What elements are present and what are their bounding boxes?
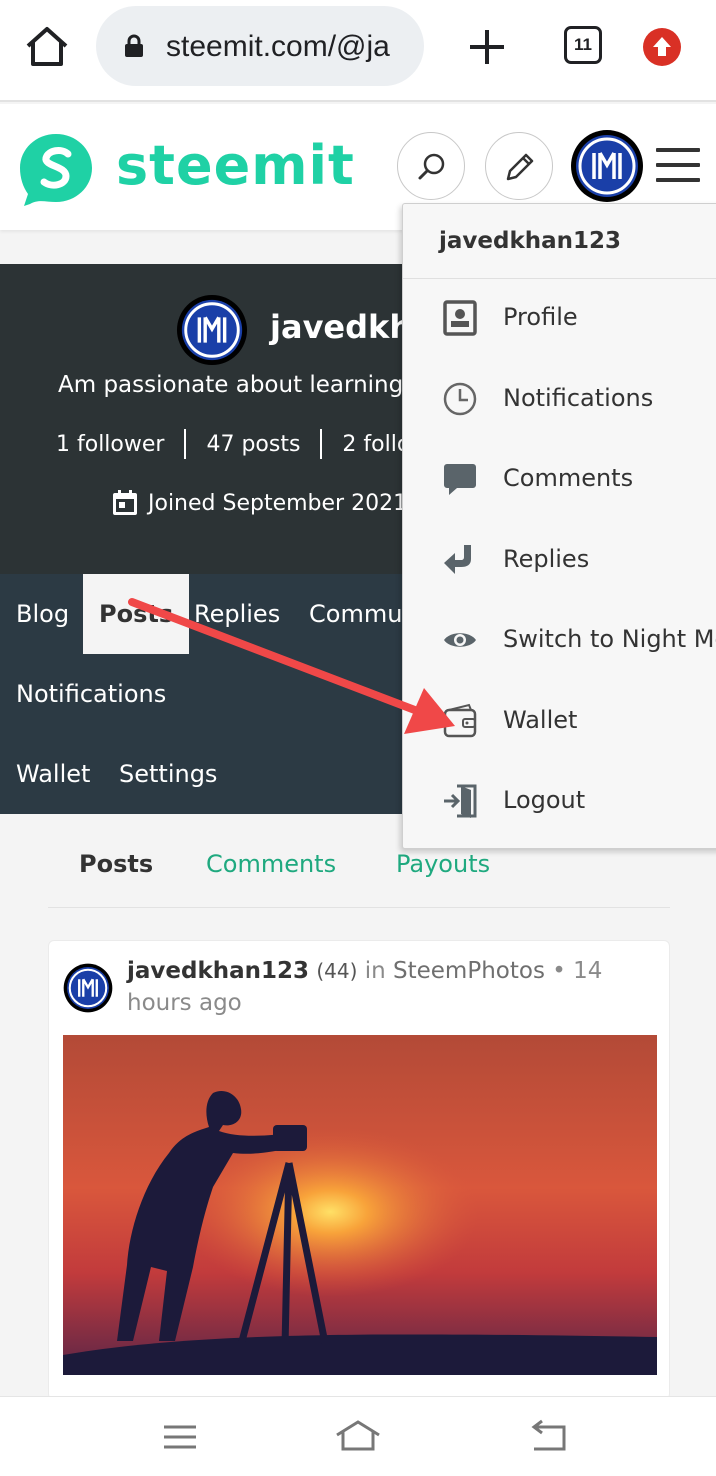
joined-text: Joined September 2021	[148, 490, 408, 516]
tab-payouts[interactable]: Payouts	[396, 850, 490, 878]
profile-card-icon	[443, 300, 477, 336]
menu-item-label: Logout	[503, 786, 586, 814]
android-navigation-bar	[0, 1396, 716, 1476]
menu-item-label: Replies	[503, 545, 590, 573]
pencil-icon	[506, 153, 534, 181]
post-card[interactable]: javedkhan123 (44) in SteemPhotos • 14 ho…	[48, 940, 670, 1400]
nav-notifications[interactable]: Notifications	[0, 654, 182, 734]
steemit-logo-icon[interactable]	[16, 128, 96, 208]
lock-icon	[122, 34, 146, 58]
nav-communities[interactable]: Commu	[293, 574, 418, 654]
wallet-icon	[443, 703, 477, 738]
new-tab-plus-icon[interactable]	[466, 26, 508, 68]
url-text: steemit.com/@ja	[166, 30, 390, 63]
address-bar[interactable]: steemit.com/@ja	[96, 6, 424, 86]
avatar[interactable]	[63, 963, 113, 1013]
followers-count[interactable]: 1 follower	[56, 432, 184, 457]
menu-item-label: Comments	[503, 464, 634, 492]
search-icon	[418, 153, 445, 180]
post-meta: javedkhan123 (44) in SteemPhotos • 14 ho…	[127, 955, 637, 1019]
menu-item-label: Switch to Night Mo	[503, 625, 716, 653]
tab-comments[interactable]: Comments	[206, 850, 336, 878]
hamburger-menu-icon[interactable]	[656, 148, 700, 186]
menu-item-wallet[interactable]: Wallet	[403, 682, 716, 762]
post-image[interactable]	[63, 1035, 657, 1375]
menu-item-label: Wallet	[503, 706, 578, 734]
nav-replies[interactable]: Replies	[178, 574, 296, 654]
comment-bubble-icon	[444, 464, 476, 495]
menu-item-label: Profile	[503, 303, 578, 331]
recents-icon[interactable]	[162, 1419, 202, 1455]
calendar-icon	[113, 490, 137, 515]
joined-date: Joined September 2021	[110, 488, 407, 518]
post-community[interactable]: SteemPhotos	[393, 958, 545, 984]
in-label: in	[364, 958, 386, 984]
user-dropdown-menu: javedkhan123 Profile Notifications Comme…	[402, 203, 716, 849]
menu-item-notifications[interactable]: Notifications	[403, 360, 716, 440]
home-outline-icon[interactable]	[334, 1419, 382, 1455]
nav-blog[interactable]: Blog	[0, 574, 85, 654]
menu-item-profile[interactable]: Profile	[403, 279, 716, 359]
avatar	[176, 294, 248, 366]
logout-icon	[444, 784, 477, 818]
search-button[interactable]	[397, 132, 465, 200]
back-icon[interactable]	[528, 1419, 568, 1455]
tab-switcher-icon[interactable]: 11	[564, 26, 602, 64]
browser-toolbar: steemit.com/@ja 11	[0, 0, 716, 102]
eye-icon	[444, 633, 476, 647]
update-available-icon[interactable]	[643, 28, 681, 66]
nav-settings[interactable]: Settings	[103, 734, 233, 814]
home-icon[interactable]	[24, 26, 70, 68]
menu-username: javedkhan123	[439, 228, 622, 254]
menu-item-replies[interactable]: Replies	[403, 521, 716, 601]
site-logo-text[interactable]: steemit	[116, 134, 355, 197]
nav-posts[interactable]: Posts	[83, 574, 190, 654]
author-reputation: (44)	[316, 959, 358, 983]
post-author[interactable]: javedkhan123	[127, 958, 309, 984]
menu-item-comments[interactable]: Comments	[403, 440, 716, 520]
reply-arrow-icon	[444, 545, 471, 574]
nav-wallet[interactable]: Wallet	[0, 734, 106, 814]
profile-stats: 1 follower 47 posts 2 follow	[56, 426, 448, 462]
menu-item-night-mode[interactable]: Switch to Night Mo	[403, 601, 716, 681]
submit-post-button[interactable]	[485, 132, 553, 200]
tab-posts[interactable]: Posts	[79, 850, 153, 878]
menu-item-logout[interactable]: Logout	[403, 762, 716, 842]
posts-count: 47 posts	[206, 431, 301, 457]
profile-about: Am passionate about learning n	[58, 372, 426, 398]
menu-item-label: Notifications	[503, 384, 654, 412]
clock-icon	[443, 382, 477, 416]
avatar[interactable]	[570, 129, 644, 203]
